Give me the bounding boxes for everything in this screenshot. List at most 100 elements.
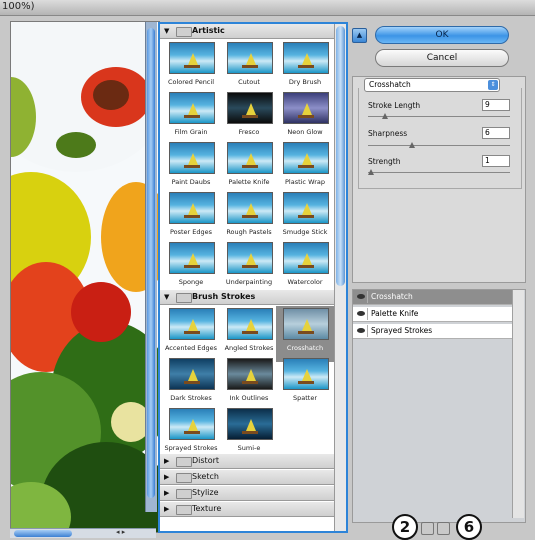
filter-label: Crosshatch — [286, 344, 324, 352]
scroll-thumb[interactable] — [14, 530, 72, 537]
slider-knob[interactable] — [368, 169, 374, 175]
filter-label: Colored Pencil — [167, 78, 214, 86]
filter-label: Fresco — [238, 128, 260, 136]
filter-thumbnail — [283, 358, 329, 390]
effect-layer-palette-knife[interactable]: Palette Knife — [353, 307, 512, 322]
filter-label: Palette Knife — [228, 178, 270, 186]
layers-scrollbar[interactable] — [512, 290, 524, 518]
group-header-stylize[interactable]: ▶ Stylize — [160, 486, 334, 501]
up-arrow-icon: ▲ — [356, 31, 363, 39]
filter-paint-daubs[interactable]: Paint Daubs — [162, 140, 220, 196]
group-header-sketch[interactable]: ▶ Sketch — [160, 470, 334, 485]
filter-film-grain[interactable]: Film Grain — [162, 90, 220, 146]
filter-label: Dark Strokes — [170, 394, 212, 402]
eye-icon[interactable] — [355, 291, 368, 303]
filter-angled-strokes[interactable]: Angled Strokes — [220, 306, 278, 362]
group-header-brush-strokes[interactable]: ▼ Brush Strokes — [160, 290, 334, 305]
filter-accented-edges[interactable]: Accented Edges — [162, 306, 220, 362]
filter-cutout[interactable]: Cutout — [220, 40, 278, 96]
filter-dry-brush[interactable]: Dry Brush — [276, 40, 334, 96]
new-effect-layer-button[interactable] — [421, 522, 434, 535]
filter-rough-pastels[interactable]: Rough Pastels — [220, 190, 278, 246]
select-stepper-icon[interactable]: ⇕ — [488, 80, 498, 90]
window-title: 100%) — [2, 1, 35, 12]
slider-stroke-length[interactable] — [368, 113, 510, 119]
collapse-triangle-icon[interactable]: ▶ — [164, 473, 169, 481]
scroll-arrows[interactable]: ◂ ▸ — [116, 528, 125, 536]
collapse-triangle-icon[interactable]: ▶ — [164, 489, 169, 497]
filter-label: Sprayed Strokes — [164, 444, 218, 452]
filter-watercolor[interactable]: Watercolor — [276, 240, 334, 296]
filter-thumbnail — [283, 192, 329, 224]
param-label-stroke-length: Stroke Length — [368, 101, 421, 110]
filter-colored-pencil[interactable]: Colored Pencil — [162, 40, 220, 96]
cancel-button[interactable]: Cancel — [375, 49, 509, 67]
filter-plastic-wrap[interactable]: Plastic Wrap — [276, 140, 334, 196]
filter-sponge[interactable]: Sponge — [162, 240, 220, 296]
ok-button[interactable]: OK — [375, 26, 509, 44]
callout-badge-6: 6 — [456, 514, 482, 540]
filter-label: Sponge — [178, 278, 204, 286]
filter-select[interactable]: Crosshatch ⇕ — [364, 78, 500, 92]
collapse-triangle-icon[interactable]: ▶ — [164, 457, 169, 465]
scroll-thumb[interactable] — [336, 26, 345, 286]
filter-label: Paint Daubs — [171, 178, 211, 186]
filter-label: Poster Edges — [169, 228, 213, 236]
group-header-texture[interactable]: ▶ Texture — [160, 502, 334, 517]
preview-vertical-scrollbar[interactable] — [145, 22, 157, 512]
param-value-stroke-length[interactable]: 9 — [482, 99, 510, 111]
param-value-strength[interactable]: 1 — [482, 155, 510, 167]
group-header-distort[interactable]: ▶ Distort — [160, 454, 334, 469]
scroll-thumb[interactable] — [147, 28, 155, 498]
filter-thumbnail — [227, 192, 273, 224]
filter-ink-outlines[interactable]: Ink Outlines — [220, 356, 278, 412]
expand-triangle-icon[interactable]: ▼ — [164, 293, 169, 301]
filter-poster-edges[interactable]: Poster Edges — [162, 190, 220, 246]
param-value-sharpness[interactable]: 6 — [482, 127, 510, 139]
preview-horizontal-scrollbar[interactable] — [10, 528, 156, 538]
group-name: Sketch — [192, 472, 219, 481]
folder-icon — [176, 293, 192, 303]
filter-crosshatch[interactable]: Crosshatch — [276, 306, 334, 362]
effect-layer-sprayed-strokes[interactable]: Sprayed Strokes — [353, 324, 512, 339]
delete-effect-layer-button[interactable] — [437, 522, 450, 535]
filter-thumbnail — [227, 142, 273, 174]
collapse-triangle-icon[interactable]: ▶ — [164, 505, 169, 513]
filter-thumbnail — [283, 142, 329, 174]
effect-layer-crosshatch[interactable]: Crosshatch — [353, 290, 512, 305]
filter-thumbnail — [283, 42, 329, 74]
filter-smudge-stick[interactable]: Smudge Stick — [276, 190, 334, 246]
slider-knob[interactable] — [408, 142, 415, 148]
filter-neon-glow[interactable]: Neon Glow — [276, 90, 334, 146]
filter-thumbnail — [169, 142, 215, 174]
eye-icon[interactable] — [355, 308, 368, 320]
filter-label: Film Grain — [174, 128, 208, 136]
filter-dark-strokes[interactable]: Dark Strokes — [162, 356, 220, 412]
folder-icon — [176, 473, 192, 483]
slider-knob[interactable] — [381, 113, 388, 119]
filter-label: Plastic Wrap — [284, 178, 325, 186]
filter-underpainting[interactable]: Underpainting — [220, 240, 278, 296]
filter-thumbnail — [283, 92, 329, 124]
param-label-strength: Strength — [368, 157, 401, 166]
filter-spatter[interactable]: Spatter — [276, 356, 334, 412]
eye-icon[interactable] — [355, 325, 368, 337]
filter-label: Underpainting — [225, 278, 273, 286]
filter-label: Neon Glow — [287, 128, 323, 136]
filter-thumbnail — [283, 308, 329, 340]
layer-name: Palette Knife — [371, 309, 419, 318]
filter-thumbnail — [227, 358, 273, 390]
title-bar: 100%) — [0, 0, 535, 16]
layer-name: Crosshatch — [371, 292, 413, 301]
filter-thumbnail — [227, 42, 273, 74]
expand-triangle-icon[interactable]: ▼ — [164, 27, 169, 35]
filter-palette-knife[interactable]: Palette Knife — [220, 140, 278, 196]
collapse-gallery-button[interactable]: ▲ — [352, 28, 367, 43]
slider-strength[interactable] — [368, 169, 510, 175]
group-header-artistic[interactable]: ▼ Artistic — [160, 24, 334, 39]
group-name: Texture — [192, 504, 222, 513]
gallery-scrollbar[interactable] — [334, 24, 346, 531]
preview-image[interactable] — [10, 21, 160, 533]
slider-sharpness[interactable] — [368, 142, 510, 148]
filter-fresco[interactable]: Fresco — [220, 90, 278, 146]
